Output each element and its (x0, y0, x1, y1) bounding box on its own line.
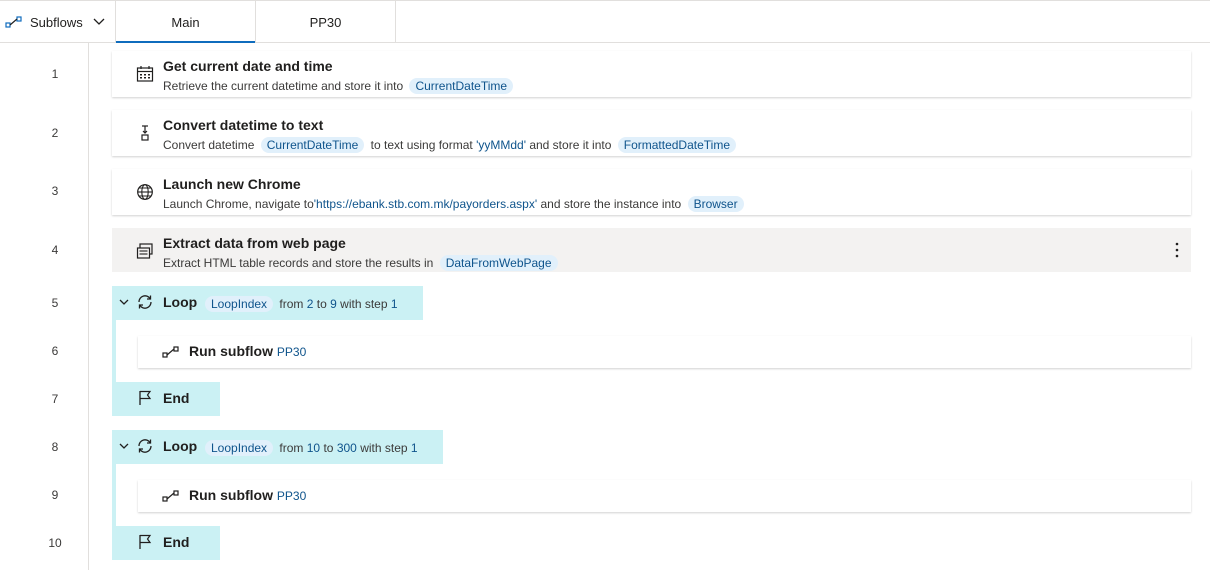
loop-to-value: 300 (336, 441, 357, 455)
variable-chip[interactable]: LoopIndex (205, 296, 274, 312)
top-bar: Subflows Main PP30 (0, 0, 1210, 43)
desc-text: to (323, 441, 334, 455)
loop-from-value: 10 (306, 441, 321, 455)
globe-icon (137, 184, 153, 200)
url-literal: 'https://ebank.stb.com.mk/payorders.aspx… (313, 197, 538, 211)
loop-step-value: 1 (390, 297, 398, 311)
variable-chip[interactable]: CurrentDateTime (260, 137, 365, 153)
desc-text: Convert datetime (163, 138, 255, 152)
line-number: 2 (51, 126, 59, 140)
subflow-icon (162, 346, 179, 358)
line-number: 5 (51, 296, 59, 310)
line-number: 3 (51, 184, 59, 198)
loop-description: LoopIndex from 2 to 9 with step 1 (202, 296, 398, 312)
action-description: Retrieve the current datetime and store … (163, 78, 516, 94)
line-number: 4 (51, 243, 59, 257)
loop-icon (138, 439, 152, 453)
desc-text: Retrieve the current datetime and store … (163, 79, 404, 93)
variable-chip[interactable]: CurrentDateTime (409, 78, 514, 94)
subflow-icon (5, 16, 22, 28)
variable-chip[interactable]: Browser (687, 196, 744, 212)
action-title: Extract data from web page (163, 235, 346, 251)
loop-description: LoopIndex from 10 to 300 with step 1 (202, 440, 418, 456)
action-get-current-datetime[interactable]: Get current date and time Retrieve the c… (112, 51, 1191, 97)
subflow-link[interactable]: PP30 (277, 489, 306, 503)
loop-side-bar (112, 464, 116, 526)
loop-icon (138, 295, 152, 309)
more-options-icon[interactable] (1175, 241, 1179, 259)
action-title: Launch new Chrome (163, 176, 301, 192)
desc-text: and store the instance into (540, 197, 682, 211)
loop-step-value: 1 (410, 441, 418, 455)
loop-end-2[interactable]: End (112, 526, 220, 560)
flag-icon (139, 534, 152, 549)
action-description: Launch Chrome, navigate to'https://ebank… (163, 196, 747, 212)
desc-text: Extract HTML table records and store the… (163, 256, 434, 270)
desc-text: to text using format (370, 138, 473, 152)
collapse-caret-icon[interactable] (118, 440, 130, 452)
flag-icon (139, 390, 152, 405)
desc-text: to (316, 297, 327, 311)
action-title: Convert datetime to text (163, 117, 324, 133)
action-title: Run subflow PP30 (189, 343, 306, 359)
convert-icon (141, 125, 149, 141)
end-label: End (163, 534, 190, 550)
loop-block-1[interactable]: Loop LoopIndex from 2 to 9 with step 1 (112, 286, 423, 320)
chevron-down-icon (93, 18, 105, 25)
line-number: 7 (51, 392, 59, 406)
variable-chip[interactable]: LoopIndex (205, 440, 274, 456)
subflow-icon (162, 490, 179, 502)
extract-data-icon (136, 243, 153, 259)
gutter-divider (88, 43, 89, 570)
desc-text: from (279, 297, 304, 311)
line-number: 8 (51, 440, 59, 454)
loop-from-value: 2 (306, 297, 314, 311)
subflows-dropdown[interactable]: Subflows (0, 1, 116, 43)
loop-end-1[interactable]: End (112, 382, 220, 416)
variable-chip[interactable]: DataFromWebPage (439, 255, 558, 271)
loop-title: Loop (163, 438, 198, 454)
action-title: Run subflow PP30 (189, 487, 306, 503)
action-run-subflow[interactable]: Run subflow PP30 (138, 336, 1191, 368)
loop-title: Loop (163, 294, 198, 310)
action-extract-web-data[interactable]: Extract data from web page Extract HTML … (112, 228, 1191, 272)
desc-text: with step (340, 297, 388, 311)
end-label: End (163, 390, 190, 406)
loop-side-bar (112, 320, 116, 382)
desc-text: with step (360, 441, 408, 455)
loop-block-2[interactable]: Loop LoopIndex from 10 to 300 with step … (112, 430, 443, 464)
action-description: Extract HTML table records and store the… (163, 255, 561, 271)
tab-main[interactable]: Main (116, 1, 256, 43)
action-title: Get current date and time (163, 58, 333, 74)
desc-text: Launch Chrome, navigate to (163, 197, 314, 211)
desc-text: and store it into (529, 138, 612, 152)
action-description: Convert datetime CurrentDateTime to text… (163, 137, 739, 153)
action-run-subflow[interactable]: Run subflow PP30 (138, 480, 1191, 512)
variable-chip[interactable]: FormattedDateTime (617, 137, 736, 153)
collapse-caret-icon[interactable] (118, 296, 130, 308)
subflows-label: Subflows (30, 14, 83, 30)
line-number: 9 (51, 488, 59, 502)
run-subflow-label: Run subflow (189, 343, 273, 359)
calendar-icon (136, 66, 154, 82)
tab-pp30[interactable]: PP30 (256, 1, 396, 43)
format-literal: 'yyMMdd' (476, 138, 526, 152)
subflow-link[interactable]: PP30 (277, 345, 306, 359)
line-number: 6 (51, 344, 59, 358)
line-number: 1 (51, 67, 59, 81)
action-launch-chrome[interactable]: Launch new Chrome Launch Chrome, navigat… (112, 169, 1191, 215)
run-subflow-label: Run subflow (189, 487, 273, 503)
desc-text: from (279, 441, 304, 455)
loop-to-value: 9 (330, 297, 337, 311)
action-convert-datetime[interactable]: Convert datetime to text Convert datetim… (112, 110, 1191, 156)
line-number: 10 (48, 536, 62, 550)
